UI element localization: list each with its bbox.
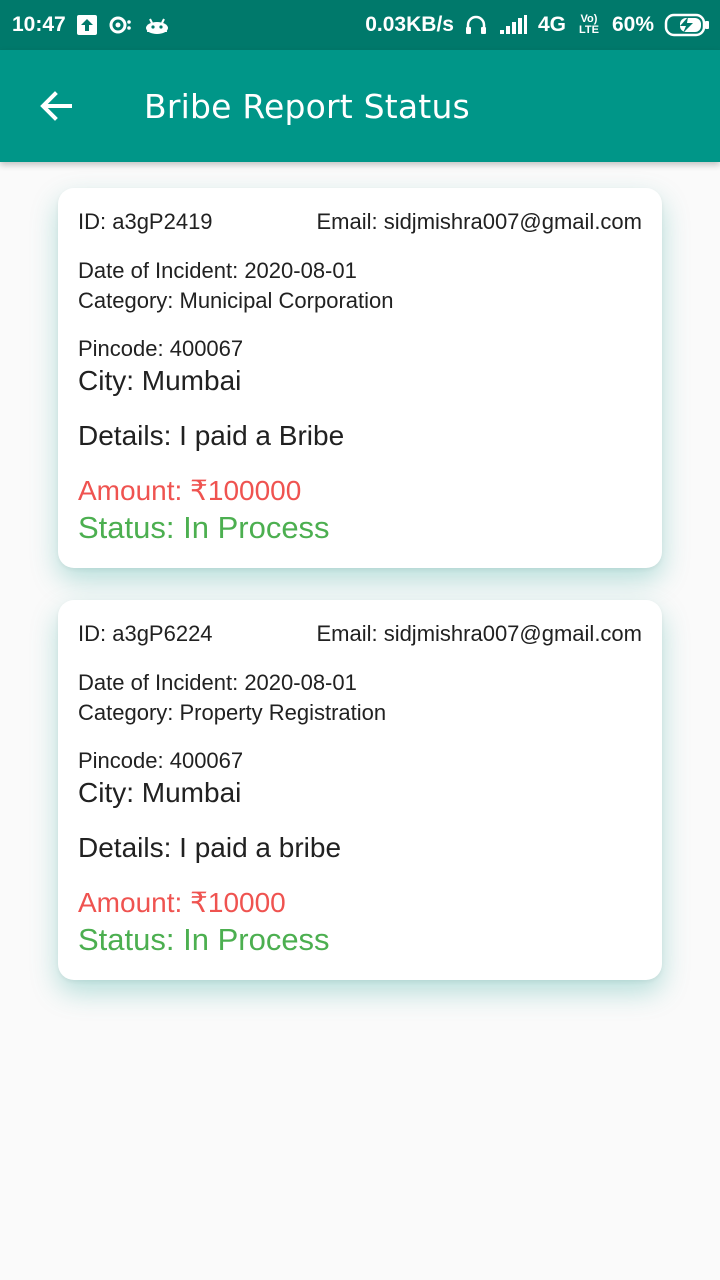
report-email: Email: sidjmishra007@gmail.com [316,621,642,646]
report-id: ID: a3gP2419 [78,209,213,234]
report-card[interactable]: ID: a3gP6224 Email: sidjmishra007@gmail.… [58,600,662,980]
volte-label: Vo) LTE [578,13,599,36]
report-category: Category: Property Registration [78,700,387,725]
report-status: Status: In Process [78,510,330,545]
sync-icon [108,14,134,36]
report-card[interactable]: ID: a3gP2419 Email: sidjmishra007@gmail.… [58,188,662,568]
clock: 10:47 [12,13,66,36]
network-type: 4G [537,13,566,36]
report-date: Date of Incident: 2020-08-01 [78,258,357,283]
status-bar: 10:47 0.03KB/s 4G Vo) LTE 60% [0,0,720,50]
android-debug-icon [144,14,170,36]
report-status: Status: In Process [78,922,330,957]
app-bar: Bribe Report Status [0,50,720,162]
upload-icon [76,14,98,36]
volte-icon: Vo) LTE [576,14,602,36]
back-button[interactable] [28,78,84,134]
page-title: Bribe Report Status [144,86,470,126]
net-speed: 0.03KB/s [365,13,454,36]
battery-charging-icon [664,13,710,37]
back-arrow-icon [40,91,72,121]
report-pincode: Pincode: 400067 [78,336,244,361]
report-details: Details: I paid a Bribe [78,420,345,451]
report-header-row: ID: a3gP6224 Email: sidjmishra007@gmail.… [78,618,642,650]
report-city: City: Mumbai [78,365,242,396]
status-bar-right: 0.03KB/s 4G Vo) LTE 60% [365,13,710,37]
report-list: ID: a3gP2419 Email: sidjmishra007@gmail.… [58,188,662,1012]
status-bar-left: 10:47 [12,13,170,37]
report-id: ID: a3gP6224 [78,621,213,646]
report-date: Date of Incident: 2020-08-01 [78,670,357,695]
report-city: City: Mumbai [78,777,242,808]
report-details: Details: I paid a bribe [78,832,342,863]
headset-icon [464,13,488,37]
report-pincode: Pincode: 400067 [78,748,244,773]
report-email: Email: sidjmishra007@gmail.com [316,209,642,234]
report-amount: Amount: ₹10000 [78,887,286,918]
signal-icon [498,14,528,36]
report-header-row: ID: a3gP2419 Email: sidjmishra007@gmail.… [78,206,642,238]
report-category: Category: Municipal Corporation [78,288,394,313]
report-amount: Amount: ₹100000 [78,475,302,506]
battery-percent: 60% [611,13,654,36]
